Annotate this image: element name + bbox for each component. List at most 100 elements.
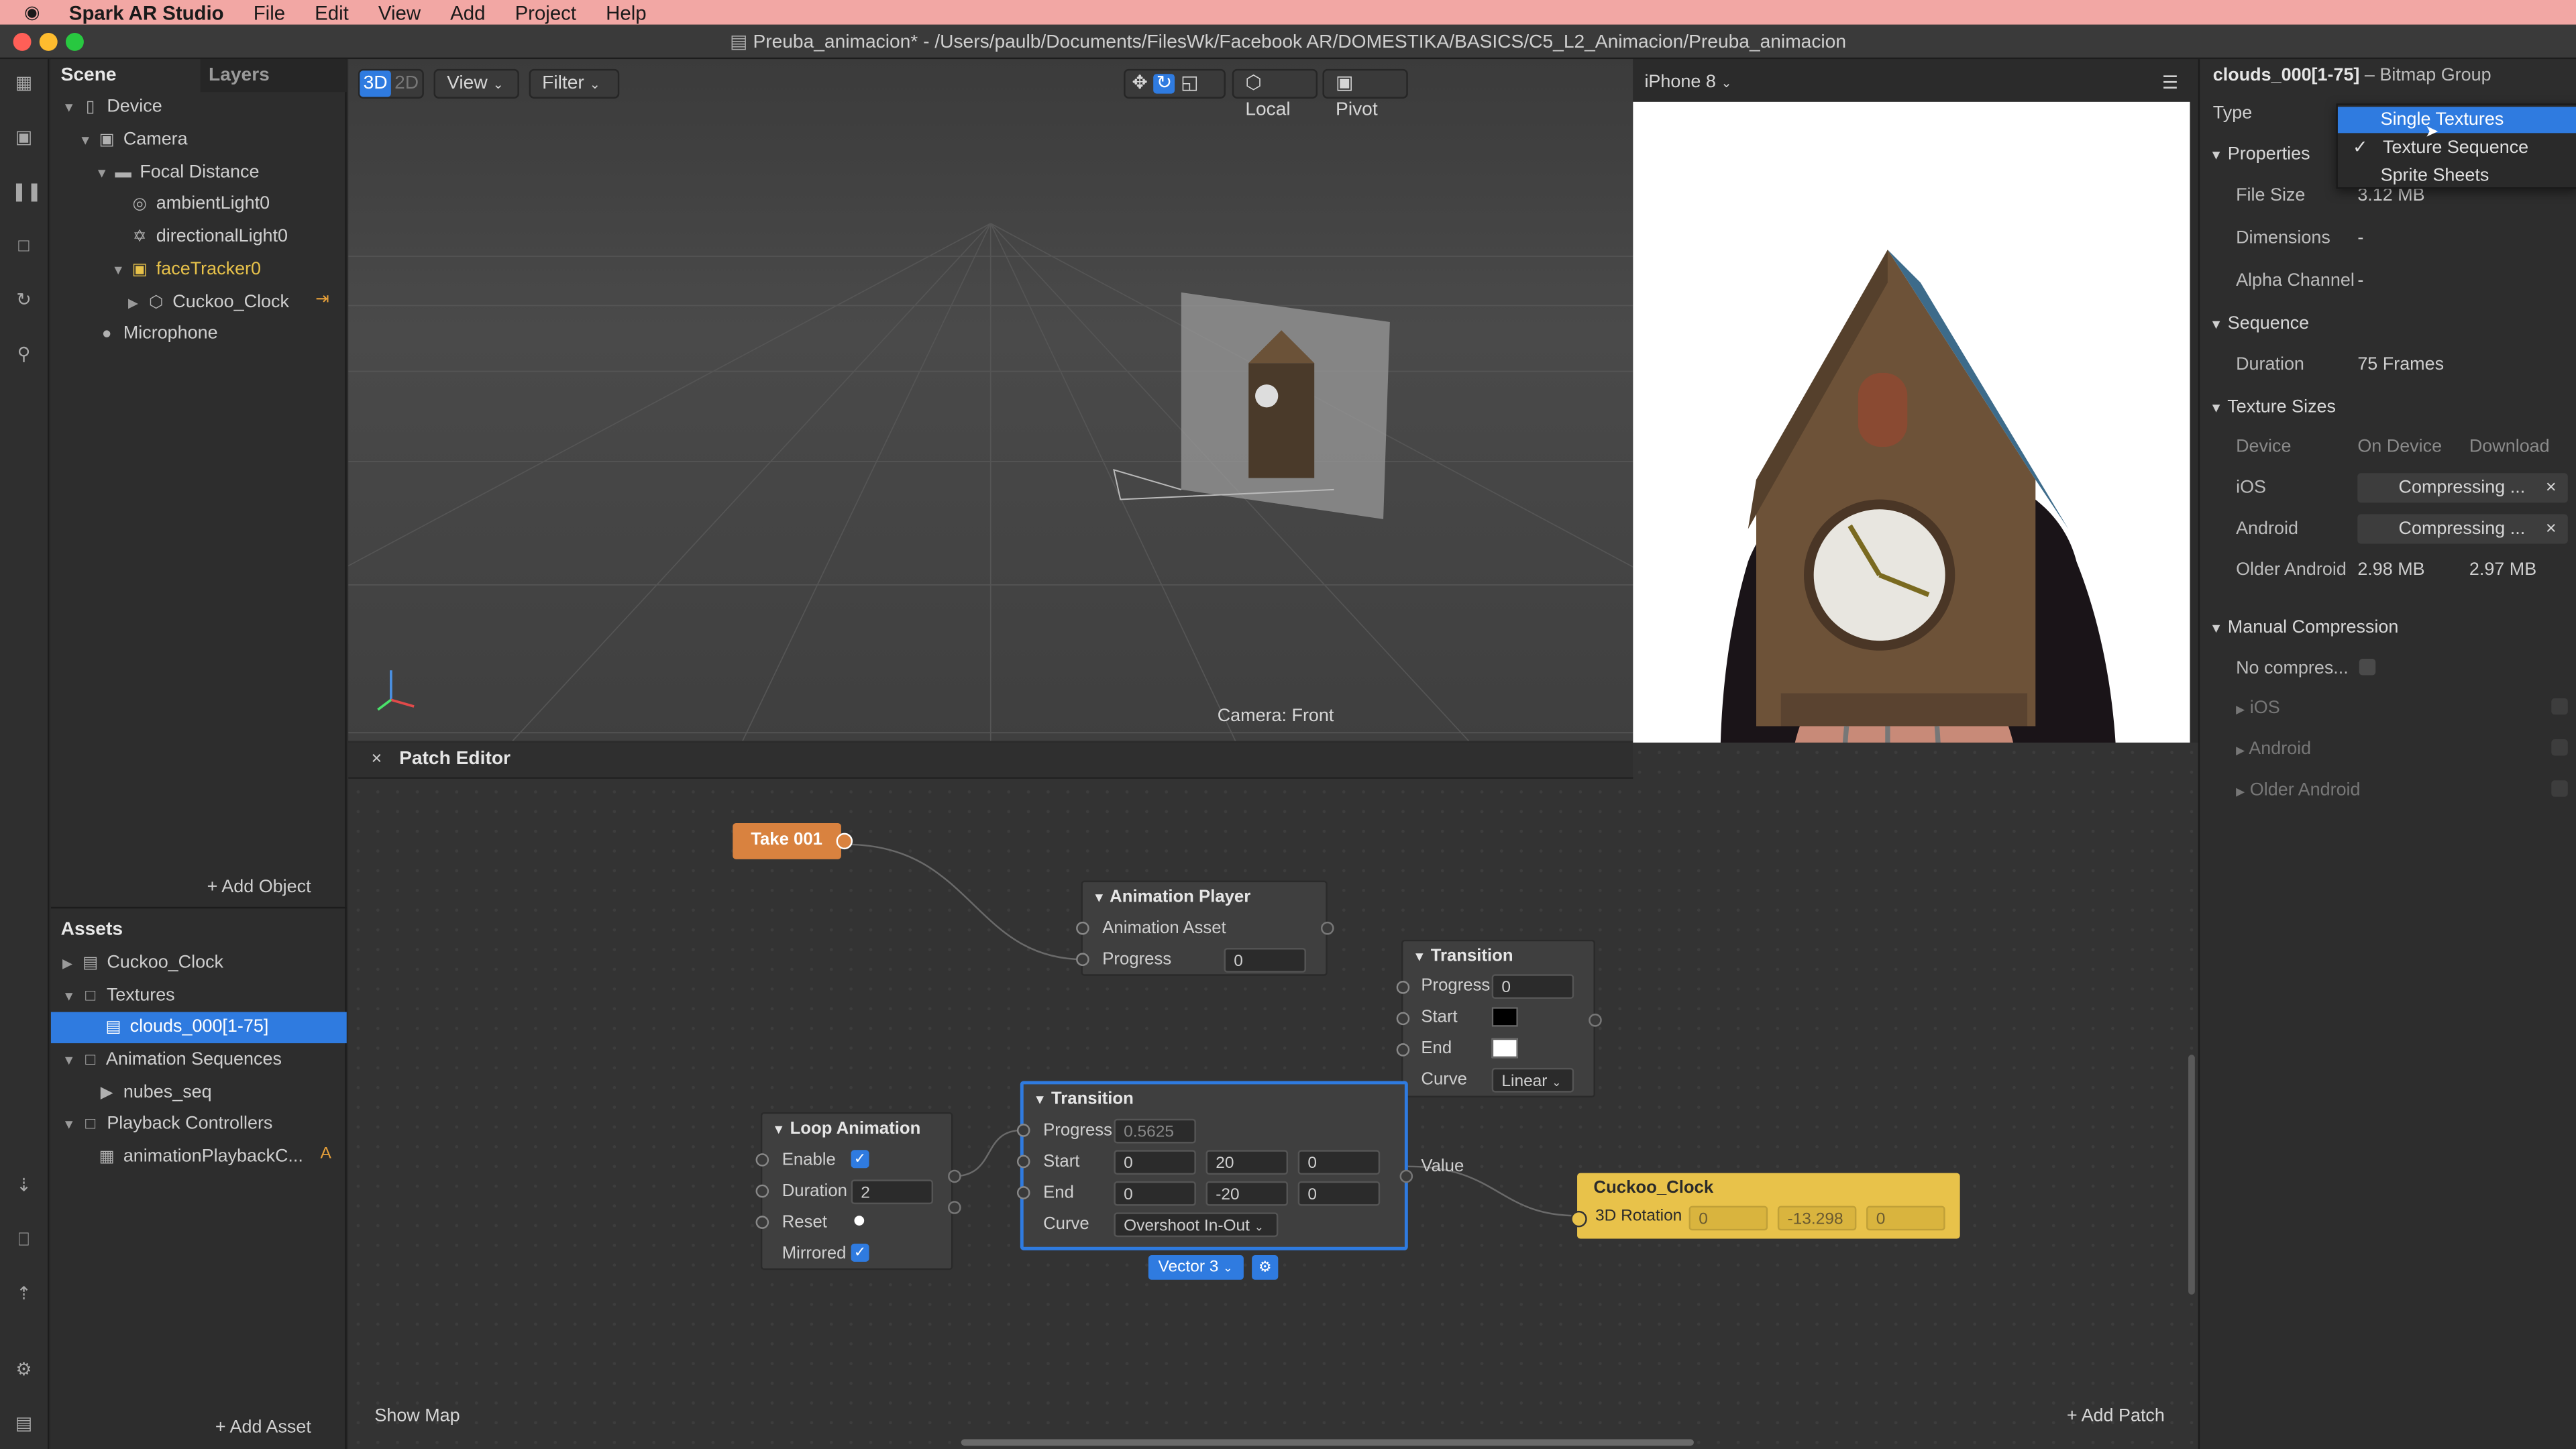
close-window-button[interactable] — [13, 32, 32, 51]
move-icon[interactable]: ✥ — [1132, 74, 1148, 93]
chevron-down-icon[interactable]: ▼ — [62, 981, 78, 1012]
output-port[interactable] — [1589, 1014, 1602, 1027]
local-toggle[interactable]: ⬡ Local — [1232, 68, 1318, 120]
tree-item-camera[interactable]: ▼ ▣ Camera — [79, 125, 188, 156]
add-patch-button[interactable]: + Add Patch — [2067, 1406, 2165, 1426]
output-port[interactable] — [1320, 921, 1334, 935]
manual-compression-section[interactable]: ▼ Manual Compression — [2200, 610, 2398, 646]
chevron-down-icon[interactable]: ▼ — [62, 1045, 78, 1077]
sub-older-android-row[interactable]: ▶ Older Android — [2200, 772, 2360, 808]
chevron-right-icon[interactable]: ▶ — [128, 288, 144, 319]
tree-item-directional-light[interactable]: ✡ directionalLight0 — [128, 222, 288, 254]
menu-add[interactable]: Add — [450, 1, 485, 23]
mirrored-checkbox[interactable]: ✓ — [851, 1243, 869, 1262]
tree-item-ambient-light[interactable]: ◎ ambientLight0 — [128, 189, 270, 221]
option-single-textures[interactable]: Single Textures — [2337, 107, 2576, 133]
chevron-down-icon[interactable]: ▼ — [2210, 148, 2222, 162]
rotation-z-field[interactable]: 0 — [1866, 1205, 1945, 1231]
scale-icon[interactable]: ◱ — [1181, 74, 1199, 93]
end-x-field[interactable]: 0 — [1114, 1181, 1196, 1206]
view-dropdown[interactable]: View ⌄ — [433, 68, 519, 99]
tree-item-cuckoo-clock[interactable]: ▶ ⬡ Cuckoo_Clock — [128, 288, 289, 319]
chevron-down-icon[interactable]: ▼ — [2210, 621, 2222, 636]
tab-layers[interactable]: Layers — [200, 59, 347, 93]
end-y-field[interactable]: -20 — [1205, 1181, 1289, 1206]
properties-section[interactable]: ▼ Properties — [2200, 136, 2310, 172]
chevron-down-icon[interactable]: ▼ — [62, 1109, 78, 1140]
tree-item-microphone[interactable]: ● Microphone — [95, 319, 218, 350]
patch-settings-icon[interactable]: ⚙ — [1252, 1255, 1279, 1280]
output-port[interactable] — [1399, 1169, 1413, 1183]
add-asset-button[interactable]: + Add Asset — [215, 1417, 311, 1437]
link-arrow-icon[interactable]: ⇥ — [315, 290, 329, 309]
curve-dropdown[interactable]: Linear ⌄ — [1491, 1067, 1574, 1093]
search-icon[interactable]: ⚲ — [11, 345, 36, 366]
enable-checkbox[interactable]: ✓ — [851, 1150, 869, 1169]
pivot-toggle[interactable]: ▣ Pivot — [1322, 68, 1408, 120]
no-compression-checkbox[interactable] — [2359, 659, 2376, 676]
chevron-down-icon[interactable]: ▼ — [1033, 1093, 1046, 1108]
app-menu[interactable]: Spark AR Studio — [69, 1, 224, 23]
option-sprite-sheets[interactable]: Sprite Sheets — [2338, 162, 2576, 189]
show-map-button[interactable]: Show Map — [374, 1406, 460, 1426]
chevron-down-icon[interactable]: ▼ — [1413, 950, 1426, 965]
mode-3d-button[interactable]: 3D — [360, 70, 391, 97]
start-color-swatch[interactable] — [1491, 1007, 1518, 1027]
refresh-icon[interactable]: ↻ — [11, 290, 36, 312]
sub-android-row[interactable]: ▶ Android — [2200, 731, 2311, 767]
cuckoo-clock-patch[interactable]: Cuckoo_Clock 3D Rotation 0 -13.298 0 — [1570, 1173, 1960, 1239]
chevron-down-icon[interactable]: ▼ — [772, 1122, 785, 1137]
menu-edit[interactable]: Edit — [315, 1, 349, 23]
rotation-x-field[interactable]: 0 — [1688, 1205, 1768, 1231]
output-port[interactable] — [948, 1169, 961, 1183]
output-port[interactable] — [948, 1201, 961, 1214]
progress-field[interactable]: 0.5625 — [1114, 1118, 1196, 1144]
menu-view[interactable]: View — [378, 1, 421, 23]
asset-playback-controllers-folder[interactable]: ▼ □ Playback Controllers — [62, 1109, 272, 1140]
chevron-down-icon[interactable]: ▼ — [95, 158, 111, 189]
close-icon[interactable]: × — [2546, 473, 2557, 502]
menu-project[interactable]: Project — [515, 1, 576, 23]
start-y-field[interactable]: 20 — [1205, 1150, 1289, 1175]
vertical-scrollbar[interactable] — [2188, 1055, 2195, 1295]
asset-animation-playback-controller[interactable]: ▦ animationPlaybackC... — [95, 1142, 303, 1173]
older-android-checkbox[interactable] — [2551, 780, 2568, 797]
type-dropdown[interactable]: Vector 3 ⌄ — [1148, 1255, 1244, 1280]
sequence-section[interactable]: ▼ Sequence — [2200, 306, 2309, 342]
chevron-down-icon[interactable]: ▼ — [79, 125, 95, 156]
duration-field[interactable]: 2 — [851, 1179, 934, 1205]
rotate-icon[interactable]: ↻ — [1152, 74, 1176, 94]
minimize-window-button[interactable] — [39, 32, 58, 51]
sub-ios-row[interactable]: ▶ iOS — [2200, 690, 2280, 727]
chevron-right-icon[interactable]: ▶ — [2236, 746, 2245, 757]
end-color-swatch[interactable] — [1491, 1038, 1518, 1059]
asset-textures-folder[interactable]: ▼ □ Textures — [62, 981, 175, 1012]
patch-editor[interactable]: × Patch Editor Take 001 ▼ Animation Play… — [348, 742, 2198, 1449]
asset-cuckoo-clock[interactable]: ▶ ▤ Cuckoo_Clock — [62, 948, 223, 979]
menu-icon[interactable]: ☰ — [2162, 72, 2178, 93]
chevron-down-icon[interactable]: ▼ — [62, 92, 78, 123]
chevron-right-icon[interactable]: ▶ — [2236, 787, 2245, 798]
chevron-down-icon[interactable]: ▼ — [2210, 317, 2222, 332]
loop-animation-patch[interactable]: ▼ Loop Animation Enable ✓ Duration 2 Res… — [755, 1112, 961, 1271]
tree-item-focal-distance[interactable]: ▼ ▬ Focal Distance — [95, 158, 259, 189]
tab-scene[interactable]: Scene — [61, 59, 117, 92]
ios-compression-pill[interactable]: Compressing ... × — [2357, 473, 2568, 503]
progress-field[interactable]: 0 — [1491, 974, 1574, 999]
ios-checkbox[interactable] — [2551, 698, 2568, 715]
reset-pulse-button[interactable] — [854, 1216, 865, 1226]
texture-sizes-section[interactable]: ▼ Texture Sizes — [2200, 389, 2336, 425]
video-icon[interactable]: ▣ — [11, 128, 36, 150]
take-output-port[interactable] — [836, 833, 853, 850]
menu-help[interactable]: Help — [606, 1, 646, 23]
device-selector[interactable]: iPhone 8 ⌄ — [1644, 72, 1731, 92]
tree-item-face-tracker[interactable]: ▼ ▣ faceTracker0 — [112, 255, 262, 286]
pause-icon[interactable]: ❚❚ — [11, 182, 42, 204]
start-z-field[interactable]: 0 — [1297, 1150, 1381, 1175]
transition-vector-patch[interactable]: ▼ Transition Progress 0.5625 Start 0 20 … — [1016, 1081, 1413, 1250]
asset-clouds-texture[interactable]: ▤ clouds_000[1-75] — [50, 1012, 347, 1044]
transition-color-patch[interactable]: ▼ Transition Progress 0 Start End Curve … — [1396, 939, 1602, 1097]
import-icon[interactable]: ⇣ — [11, 1176, 36, 1197]
settings-icon[interactable]: ⚙ — [11, 1360, 36, 1382]
take-001-patch[interactable]: Take 001 — [733, 822, 841, 859]
